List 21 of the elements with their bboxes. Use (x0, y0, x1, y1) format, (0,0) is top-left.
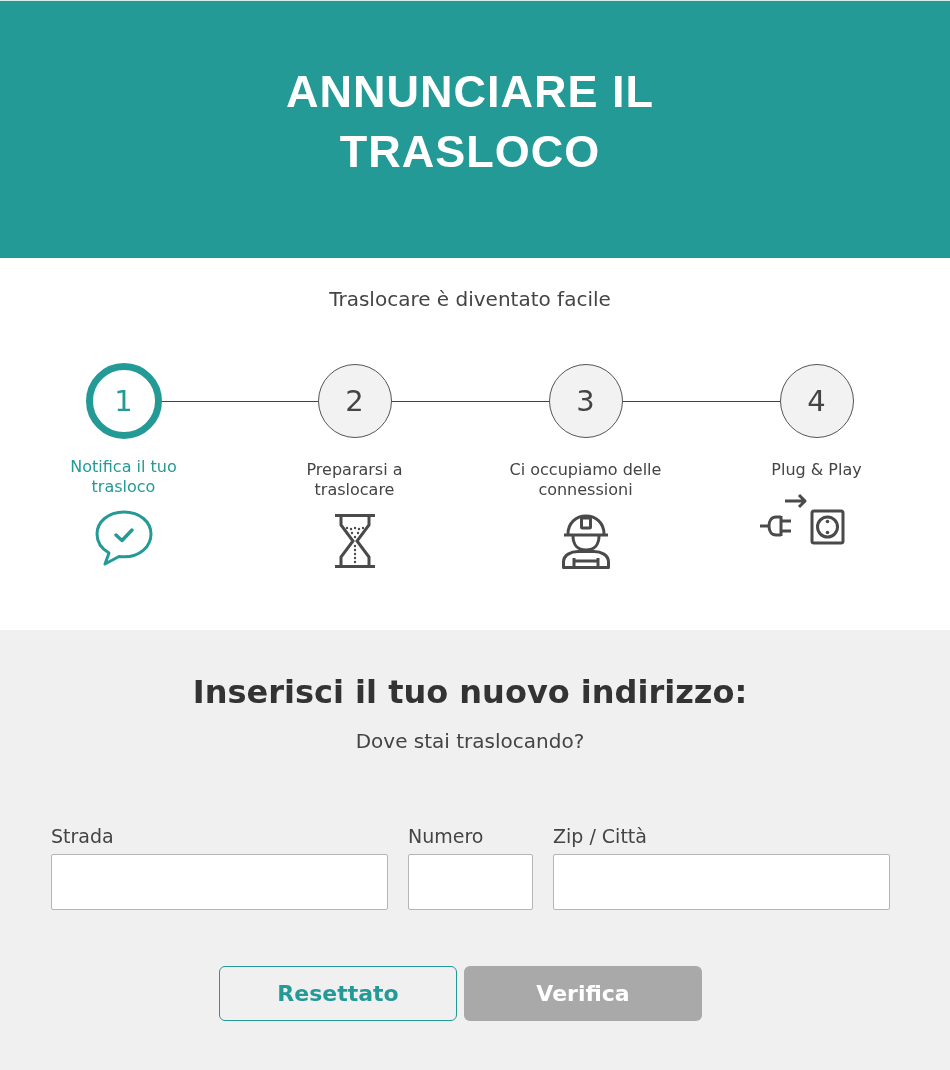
input-field[interactable] (51, 854, 388, 910)
input-field[interactable] (553, 854, 890, 910)
step-label: Plug & Play (771, 460, 862, 480)
form-heading: Inserisci il tuo nuovo indirizzo: (191, 672, 749, 712)
step-label: Notifica il tuo trasloco (69, 457, 178, 497)
field-label: Strada (51, 824, 115, 848)
step-number[interactable]: 2 (317, 364, 392, 438)
step-number[interactable]: 4 (779, 364, 854, 438)
page-title: ANNUNCIARE IL TRASLOCO (285, 65, 655, 179)
speech-bubble-check-icon (93, 509, 154, 567)
worker-helmet-icon (560, 513, 611, 569)
step-number[interactable]: 3 (548, 364, 623, 438)
form-subheading: Dove stai traslocando? (354, 728, 586, 754)
hourglass-icon (332, 513, 377, 569)
field-label: Numero (408, 824, 485, 848)
step-label: Prepararsi a traslocare (305, 460, 404, 500)
field-label: Zip / Città (553, 824, 648, 848)
step-label: Ci occupiamo delle connessioni (508, 460, 663, 500)
plug-socket-icon (758, 492, 845, 546)
input-field[interactable] (408, 854, 533, 910)
intro-subtitle: Traslocare è diventato facile (328, 286, 612, 312)
